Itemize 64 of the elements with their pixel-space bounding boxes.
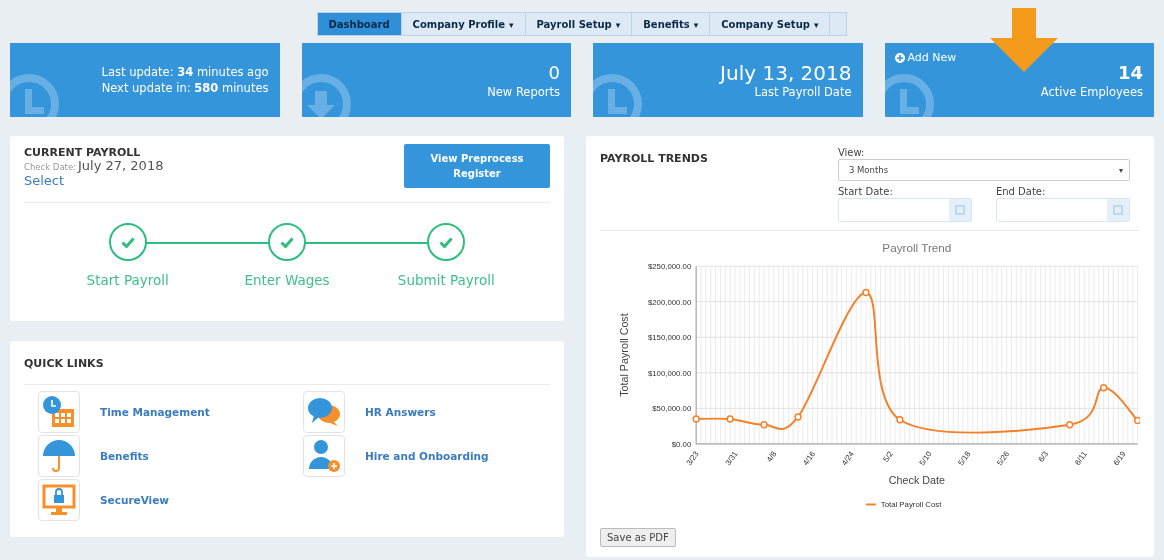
step-label: Submit Payroll bbox=[397, 272, 495, 288]
quick-link[interactable]: HR Answers bbox=[303, 391, 550, 433]
quick-link[interactable]: Time Management bbox=[38, 391, 303, 433]
quick-link[interactable]: SecureView bbox=[38, 479, 303, 521]
caret-icon: ▾ bbox=[508, 19, 514, 30]
data-point bbox=[760, 421, 768, 429]
nav-tab[interactable]: Dashboard bbox=[317, 13, 402, 35]
y-tick-label: $200,000.00 bbox=[647, 297, 692, 307]
chart-title: Payroll Trend bbox=[882, 241, 952, 255]
y-tick-label: $50,000.00 bbox=[652, 404, 692, 414]
legend-label: Total Payroll Cost bbox=[880, 500, 942, 510]
check-icon bbox=[120, 236, 135, 248]
y-tick-label: $0.00 bbox=[671, 439, 692, 449]
check-icon bbox=[439, 236, 454, 248]
data-point bbox=[692, 415, 700, 423]
step-label: Start Payroll bbox=[86, 272, 169, 288]
update-text: Next update in: 580 minutes bbox=[101, 80, 269, 96]
data-point bbox=[726, 415, 734, 423]
check-date-value: July 27, 2018 bbox=[78, 159, 164, 173]
stat-label: Last Payroll Date bbox=[754, 85, 852, 99]
card-title: QUICK LINKS bbox=[24, 357, 105, 370]
field-label: End Date: bbox=[995, 185, 1047, 198]
data-point bbox=[1133, 416, 1140, 425]
y-axis-title: Total Payroll Cost bbox=[617, 313, 630, 397]
quick-link[interactable]: Hire and Onboarding bbox=[303, 435, 550, 477]
update-text: Last update: 34 minutes ago bbox=[101, 64, 269, 80]
stat-label: Active Employees bbox=[1040, 85, 1143, 99]
x-axis-title: Check Date bbox=[888, 473, 945, 486]
stat-value: 0 bbox=[548, 61, 560, 85]
date-input[interactable] bbox=[995, 198, 1130, 222]
field-label: View: bbox=[837, 146, 866, 159]
date-input[interactable] bbox=[837, 198, 972, 222]
y-tick-label: $100,000.00 bbox=[647, 368, 692, 378]
save-pdf-button[interactable]: Save as PDF bbox=[600, 528, 676, 547]
data-point bbox=[794, 413, 802, 421]
chat-bubbles-icon bbox=[307, 397, 341, 427]
stat-label: New Reports bbox=[487, 85, 560, 99]
data-point bbox=[896, 416, 904, 424]
caret-icon: ▾ bbox=[1118, 165, 1123, 175]
data-point bbox=[1066, 421, 1074, 429]
card-title: CURRENT PAYROLL bbox=[24, 146, 142, 159]
stat-value: 14 bbox=[1117, 61, 1143, 85]
caret-icon: ▾ bbox=[693, 19, 699, 30]
check-icon bbox=[280, 236, 294, 248]
field-label: Start Date: bbox=[837, 185, 894, 198]
quick-link[interactable]: Benefits bbox=[38, 435, 303, 477]
caret-icon: ▾ bbox=[615, 19, 621, 30]
caret-icon: ▾ bbox=[813, 19, 819, 30]
step-label: Enter Wages bbox=[244, 272, 330, 288]
card-title: PAYROLL TRENDS bbox=[600, 152, 708, 167]
data-point bbox=[1100, 384, 1108, 392]
legend-swatch bbox=[865, 503, 877, 506]
plus-circle-icon bbox=[894, 52, 905, 63]
view-select[interactable]: 3 Months ▾ bbox=[837, 159, 1130, 181]
calendar-icon bbox=[954, 205, 965, 215]
calendar-icon bbox=[1112, 205, 1123, 215]
select-link[interactable]: Select bbox=[24, 174, 164, 188]
data-point bbox=[862, 288, 870, 297]
y-tick-label: $250,000.00 bbox=[647, 262, 692, 272]
stat-value: July 13, 2018 bbox=[720, 61, 852, 85]
y-tick-label: $150,000.00 bbox=[647, 333, 692, 343]
view-register-button[interactable]: View Preprocess Register bbox=[404, 144, 550, 188]
check-date-label: Check Date: bbox=[24, 161, 77, 174]
add-new-button[interactable]: Add New bbox=[894, 51, 957, 64]
